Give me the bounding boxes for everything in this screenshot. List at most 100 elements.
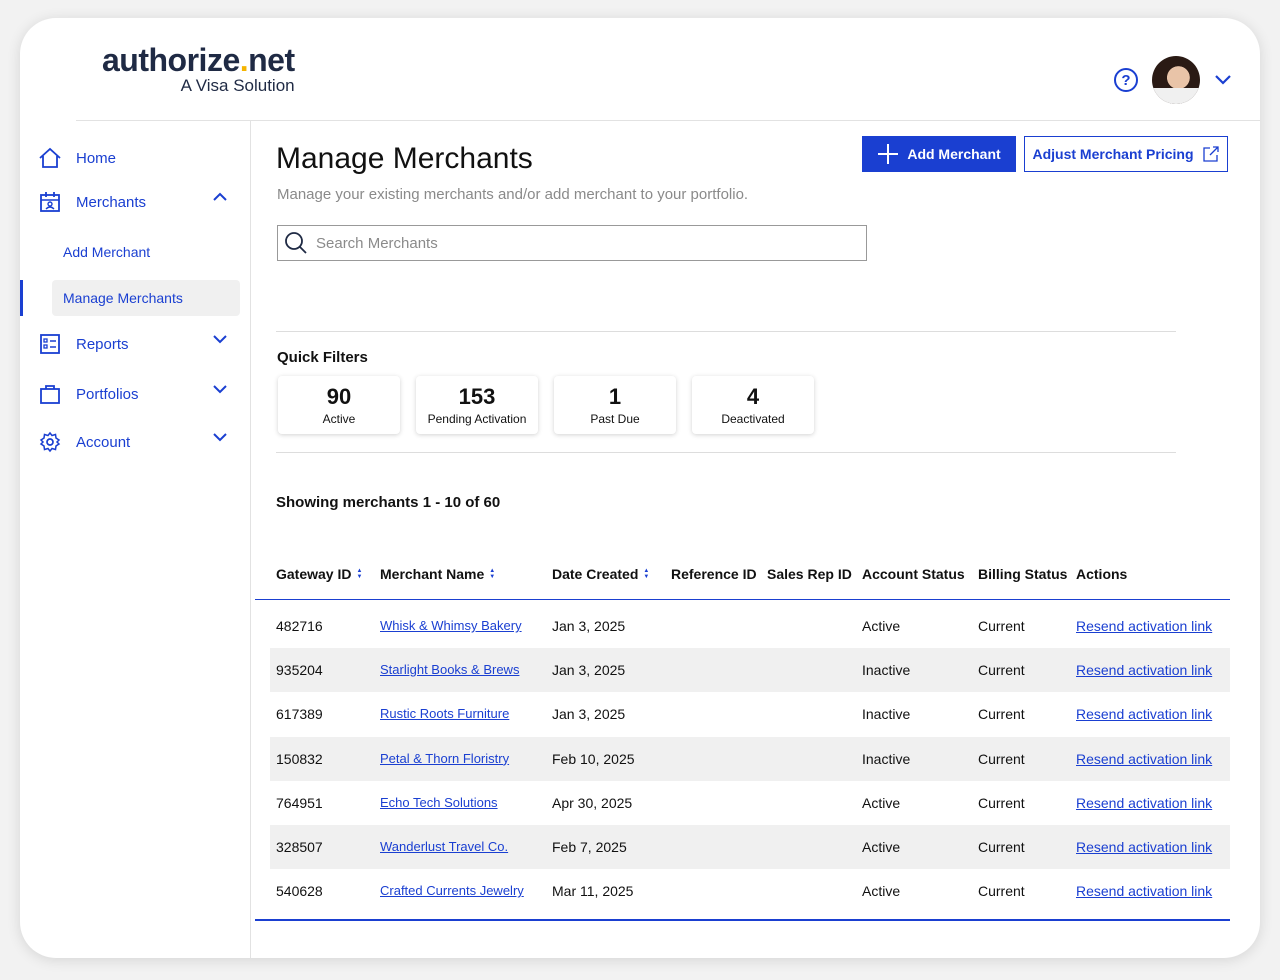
sort-icon[interactable]: ▲ ▼ (489, 568, 495, 580)
quick-filter-pending[interactable]: 153 Pending Activation (416, 376, 538, 434)
sidebar-item-portfolios[interactable]: Portfolios (20, 372, 250, 416)
quick-filter-deactivated[interactable]: 4 Deactivated (692, 376, 814, 434)
column-label: Actions (1076, 566, 1128, 582)
resend-activation-link[interactable]: Resend activation link (1076, 883, 1212, 899)
filter-count: 4 (746, 383, 760, 409)
sidebar-item-home[interactable]: Home (20, 136, 250, 180)
cell-gateway-id: 328507 (276, 838, 323, 855)
sort-icon[interactable]: ▲ ▼ (643, 568, 649, 580)
column-label: Reference ID (671, 566, 757, 582)
merchant-name-link[interactable]: Rustic Roots Furniture (380, 706, 509, 721)
table-header: Gateway ID ▲ ▼ Merchant Name ▲ ▼ Date Crea… (255, 544, 1230, 600)
header-actions: ? (1114, 56, 1232, 104)
sort-icon[interactable]: ▲ ▼ (356, 568, 362, 580)
table-row: 328507 Wanderlust Travel Co. Feb 7, 2025… (270, 824, 1230, 870)
filter-label: Past Due (590, 411, 640, 426)
search-input[interactable] (316, 234, 836, 252)
table-row: 764951 Echo Tech Solutions Apr 30, 2025 … (255, 781, 1230, 825)
user-avatar[interactable] (1152, 56, 1200, 104)
sidebar-item-label: Reports (76, 335, 129, 353)
chevron-down-icon[interactable] (1214, 74, 1232, 86)
adjust-pricing-label: Adjust Merchant Pricing (1032, 146, 1194, 162)
quick-filter-past-due[interactable]: 1 Past Due (554, 376, 676, 434)
brand-logo[interactable]: authorize.net A Visa Solution (102, 42, 295, 96)
merchant-name-link[interactable]: Crafted Currents Jewelry (380, 883, 524, 898)
filter-label: Pending Activation (427, 411, 527, 426)
filter-count: 1 (608, 383, 622, 409)
quick-filters: 90 Active 153 Pending Activation 1 Past … (278, 376, 814, 434)
column-date-created[interactable]: Date Created ▲ ▼ (552, 566, 649, 582)
cell-account-status: Inactive (862, 662, 911, 679)
quick-filter-active[interactable]: 90 Active (278, 376, 400, 434)
gear-icon (38, 430, 62, 454)
chevron-down-icon[interactable] (212, 334, 228, 344)
table-row: 617389 Rustic Roots Furniture Jan 3, 202… (255, 692, 1230, 736)
cell-account-status: Inactive (862, 750, 911, 767)
sidebar-item-label: Portfolios (76, 385, 139, 403)
merchant-name-link[interactable]: Wanderlust Travel Co. (380, 839, 508, 854)
page-title: Manage Merchants (276, 142, 533, 175)
sidebar-subitem-add-merchant[interactable]: Add Merchant (20, 230, 250, 274)
cell-billing-status: Current (978, 883, 1025, 900)
cell-gateway-id: 617389 (276, 706, 323, 723)
cell-account-status: Active (862, 618, 901, 634)
resend-activation-link[interactable]: Resend activation link (1076, 662, 1212, 678)
wordmark-dot: . (239, 42, 249, 78)
merchant-name-link[interactable]: Echo Tech Solutions (380, 795, 498, 810)
merchant-calendar-icon (38, 190, 62, 214)
merchant-name-link[interactable]: Petal & Thorn Floristry (380, 751, 509, 766)
resend-activation-link[interactable]: Resend activation link (1076, 795, 1212, 811)
add-merchant-button[interactable]: Add Merchant (862, 136, 1016, 172)
chevron-down-icon[interactable] (212, 432, 228, 442)
sidebar-item-label: Merchants (76, 193, 147, 211)
adjust-pricing-button[interactable]: Adjust Merchant Pricing (1024, 136, 1228, 172)
resend-activation-link[interactable]: Resend activation link (1076, 618, 1212, 634)
external-link-icon (1202, 146, 1219, 162)
wordmark-authorize: authorize (102, 42, 240, 78)
column-account-status: Account Status (862, 566, 965, 582)
sidebar-subitem-manage-wrapper: Manage Merchants (20, 280, 250, 316)
cell-date-created: Apr 30, 2025 (552, 794, 633, 811)
cell-billing-status: Current (978, 662, 1025, 679)
section-divider (276, 452, 1176, 453)
brand-wordmark: authorize.net (102, 42, 295, 78)
merchant-name-link[interactable]: Starlight Books & Brews (380, 662, 519, 677)
sidebar-item-account[interactable]: Account (20, 420, 250, 464)
header-divider (76, 120, 1260, 121)
sidebar: Home Merchants Add Merchant Manage Merch… (20, 136, 250, 464)
filter-label: Active (322, 411, 356, 426)
column-label: Account Status (862, 566, 965, 582)
sidebar-item-label: Home (76, 149, 117, 167)
cell-gateway-id: 482716 (276, 618, 323, 634)
column-merchant-name[interactable]: Merchant Name ▲ ▼ (380, 566, 495, 582)
column-gateway-id[interactable]: Gateway ID ▲ ▼ (276, 566, 362, 582)
cell-account-status: Active (862, 838, 901, 855)
cell-account-status: Active (862, 883, 901, 900)
cell-billing-status: Current (978, 838, 1025, 855)
cell-date-created: Jan 3, 2025 (552, 662, 626, 679)
resend-activation-link[interactable]: Resend activation link (1076, 839, 1212, 855)
cell-date-created: Feb 7, 2025 (552, 838, 627, 855)
filter-count: 153 (458, 383, 496, 409)
column-label: Date Created (552, 566, 639, 582)
section-divider (276, 331, 1176, 332)
sidebar-item-merchants[interactable]: Merchants (20, 180, 250, 224)
chevron-up-icon[interactable] (212, 192, 228, 202)
merchant-name-link[interactable]: Whisk & Whimsy Bakery (380, 618, 522, 633)
active-indicator (20, 280, 23, 316)
column-label: Billing Status (978, 566, 1068, 582)
filter-label: Deactivated (721, 411, 785, 426)
help-circle-icon[interactable]: ? (1114, 68, 1138, 92)
chevron-down-icon[interactable] (212, 384, 228, 394)
page-subtitle: Manage your existing merchants and/or ad… (277, 186, 749, 203)
resend-activation-link[interactable]: Resend activation link (1076, 751, 1212, 767)
cell-account-status: Active (862, 794, 901, 811)
briefcase-icon (38, 382, 62, 406)
cell-billing-status: Current (978, 794, 1025, 811)
resend-activation-link[interactable]: Resend activation link (1076, 706, 1212, 722)
cell-date-created: Jan 3, 2025 (552, 618, 626, 634)
sidebar-item-reports[interactable]: Reports (20, 322, 250, 366)
column-label: Sales Rep ID (767, 566, 852, 582)
sidebar-subitem-manage-merchants[interactable]: Manage Merchants (52, 280, 240, 316)
table-row: 540628 Crafted Currents Jewelry Mar 11, … (255, 869, 1230, 913)
